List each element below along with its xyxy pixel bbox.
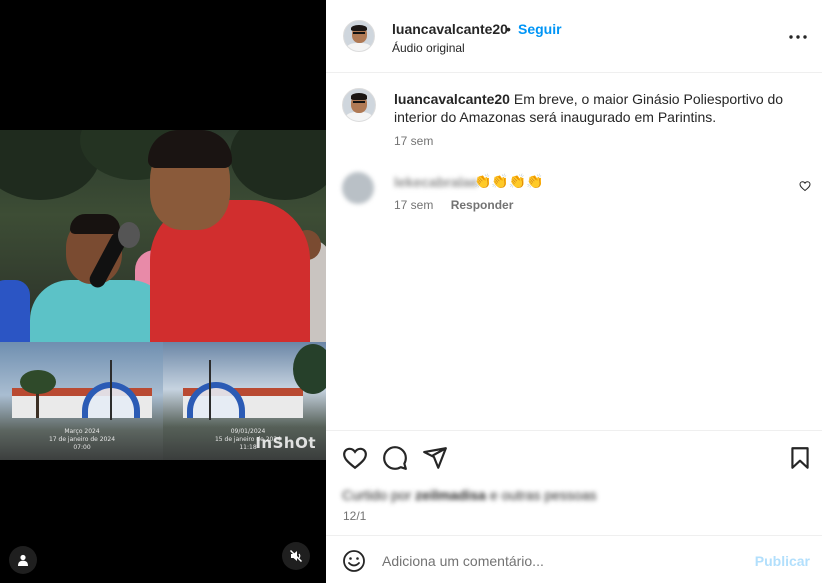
video-frame[interactable]: Março 2024 17 de janeiro de 2024 07:00 09… — [0, 130, 326, 460]
add-comment-bar: Publicar — [326, 535, 822, 583]
post-details-panel: luancavalcante20 • Seguir Áudio original… — [326, 0, 822, 583]
post-media-panel[interactable]: Março 2024 17 de janeiro de 2024 07:00 09… — [0, 0, 326, 583]
author-avatar[interactable] — [343, 20, 375, 52]
comment-timestamp[interactable]: 17 sem — [394, 198, 433, 212]
more-options-button[interactable] — [788, 27, 808, 47]
audio-link[interactable]: Áudio original — [392, 41, 465, 55]
commenter-avatar[interactable] — [342, 172, 374, 204]
reply-button[interactable]: Responder — [451, 198, 514, 212]
heart-icon[interactable] — [342, 445, 368, 471]
photo-timestamp-left: Março 2024 17 de janeiro de 2024 07:00 — [48, 428, 116, 451]
bookmark-icon[interactable] — [787, 445, 813, 471]
emoji-icon[interactable] — [342, 549, 366, 573]
commenter-username[interactable]: lekecabralae — [394, 174, 478, 190]
inshot-watermark: InShOt — [255, 434, 316, 452]
follow-button[interactable]: Seguir — [518, 21, 562, 37]
caption-timestamp[interactable]: 17 sem — [394, 134, 433, 148]
publish-button[interactable]: Publicar — [755, 553, 810, 569]
video-top-scene — [0, 130, 326, 342]
tagged-users-button[interactable] — [9, 546, 37, 574]
comment-icon[interactable] — [382, 445, 408, 471]
mute-button[interactable] — [282, 542, 310, 570]
comment-meta: 17 sem Responder — [394, 198, 527, 212]
post-actions: Curtido por zeilmadisa e outras pessoas … — [326, 430, 822, 534]
gym-photo-right: 09/01/2024 15 de janeiro de 2024 11:18 In… — [163, 342, 326, 460]
caption-username[interactable]: luancavalcante20 — [394, 91, 510, 107]
gym-photo-left: Março 2024 17 de janeiro de 2024 07:00 — [0, 342, 163, 460]
muted-audio-icon — [289, 549, 303, 563]
more-options-icon — [789, 35, 807, 39]
separator-dot: • — [506, 21, 511, 37]
post-date[interactable]: 12/1 — [343, 509, 366, 523]
caption-avatar[interactable] — [342, 88, 376, 122]
author-username[interactable]: luancavalcante20 — [392, 21, 508, 37]
post-modal: Março 2024 17 de janeiro de 2024 07:00 09… — [0, 0, 822, 583]
likes-summary[interactable]: Curtido por zeilmadisa e outras pessoas — [342, 487, 597, 503]
comment-text: 👏👏👏👏 — [474, 173, 544, 189]
comment-heart-icon[interactable] — [799, 180, 811, 192]
user-icon — [18, 554, 28, 566]
post-header: luancavalcante20 • Seguir Áudio original — [326, 0, 822, 73]
share-icon[interactable] — [422, 445, 448, 471]
caption-text: luancavalcante20 Em breve, o maior Ginás… — [394, 90, 804, 126]
comment-input[interactable] — [382, 546, 742, 576]
